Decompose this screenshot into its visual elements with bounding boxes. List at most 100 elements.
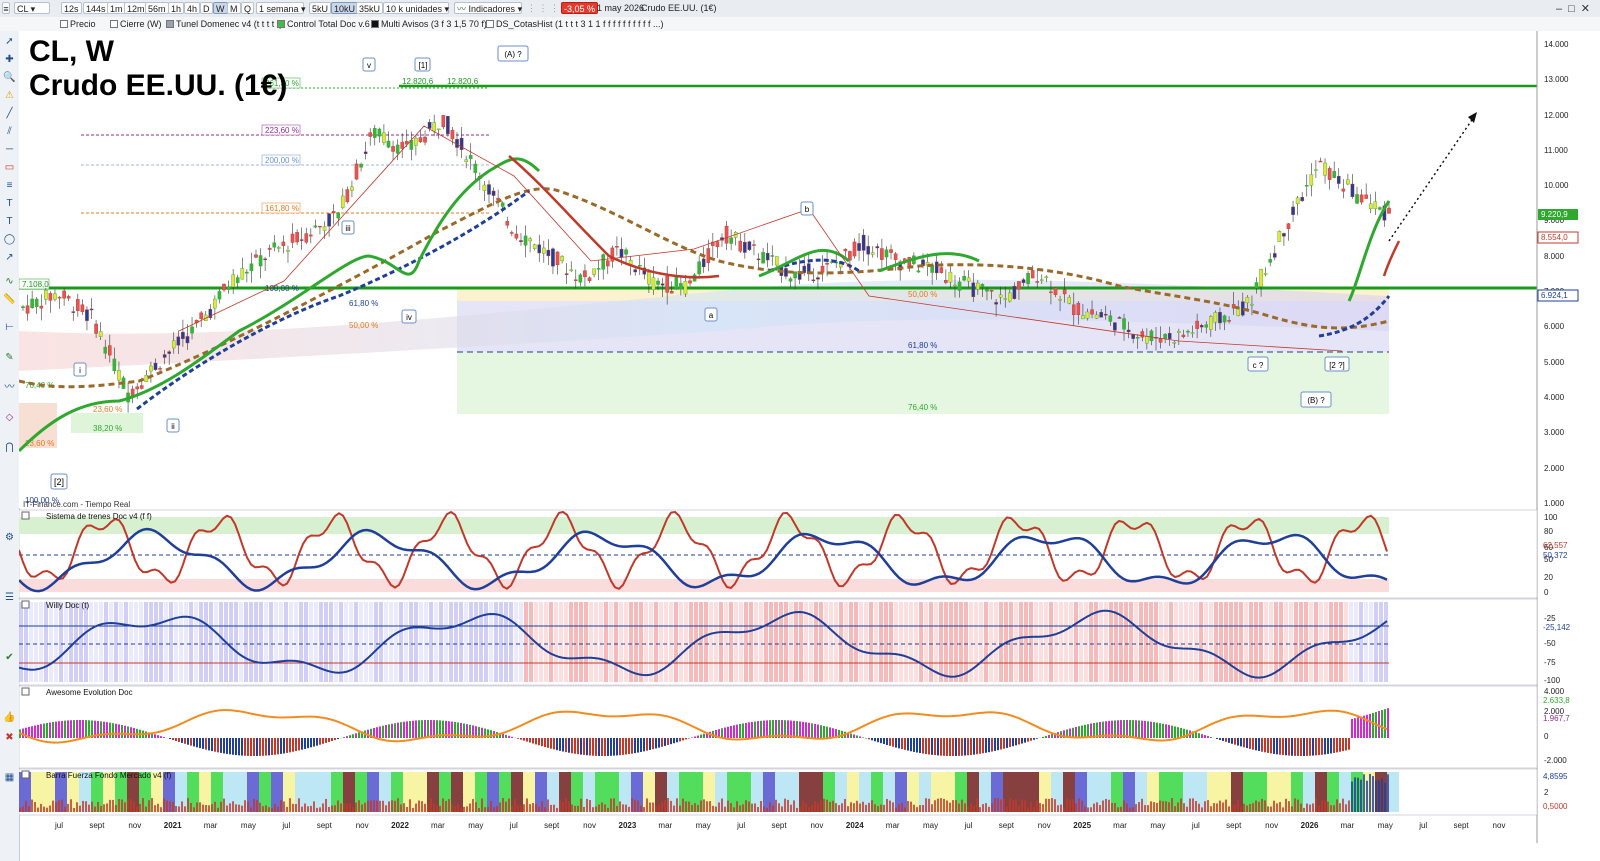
- warning-icon[interactable]: ⚠: [3, 89, 16, 102]
- interval-144s[interactable]: 144s: [83, 2, 109, 14]
- interval-12m[interactable]: 12m: [124, 2, 148, 14]
- thumbs-up-icon[interactable]: 👍: [3, 711, 16, 724]
- ao-bar: [52, 722, 54, 738]
- force-bar: [1207, 800, 1209, 812]
- ruler-icon[interactable]: 📏: [3, 293, 16, 306]
- ao-bar: [250, 738, 252, 756]
- symbol-select[interactable]: CL ▾: [14, 2, 50, 14]
- willy-band: [189, 602, 193, 682]
- grid-icon[interactable]: ▦: [3, 771, 16, 784]
- force-bar: [1042, 804, 1044, 812]
- interval-4h[interactable]: 4h: [184, 2, 201, 14]
- willy-band: [604, 602, 608, 682]
- panel-close-icon[interactable]: [21, 687, 30, 696]
- period-select[interactable]: 1 semana ▾: [256, 2, 306, 14]
- pattern-icon[interactable]: ◇: [3, 411, 16, 424]
- check-icon[interactable]: ✔: [3, 651, 16, 664]
- interval-m[interactable]: M: [227, 2, 241, 14]
- arrow-icon[interactable]: ↗: [3, 251, 16, 264]
- delete-icon[interactable]: ✖: [3, 731, 16, 744]
- pencil-icon[interactable]: ✎: [3, 351, 16, 364]
- willy-band: [539, 602, 543, 682]
- force-bar: [829, 801, 831, 812]
- interval-1h[interactable]: 1h: [168, 2, 185, 14]
- indicators-button[interactable]: 〰 Indicadores ▾: [454, 2, 522, 14]
- fibonacci-icon[interactable]: ≡: [3, 179, 16, 192]
- interval-d[interactable]: D: [200, 2, 213, 14]
- candle-body: [957, 281, 962, 291]
- channel-icon[interactable]: ⫽: [3, 125, 16, 138]
- ao-bar: [1255, 738, 1257, 751]
- candle-body: [578, 274, 583, 283]
- unit-select[interactable]: 10 k unidades ▾: [383, 2, 449, 14]
- willy-band: [114, 602, 118, 682]
- text-box-icon[interactable]: T: [3, 215, 16, 228]
- willy-band: [1179, 602, 1183, 682]
- list-icon[interactable]: ☰: [3, 591, 16, 604]
- willy-band: [1029, 602, 1033, 682]
- interval-q[interactable]: Q: [241, 2, 255, 14]
- indicators-icon: 〰: [457, 4, 467, 14]
- close-icon[interactable]: ✕: [1581, 3, 1596, 15]
- study-close[interactable]: Cierre (W): [110, 18, 162, 30]
- willy-band: [924, 602, 928, 682]
- maximize-icon[interactable]: □: [1568, 3, 1581, 15]
- chart-area[interactable]: 7.108,0 12.820,6 12.820,6 261,80 % 223,6…: [19, 31, 1600, 861]
- ao-bar: [703, 733, 705, 738]
- horizontal-line-icon[interactable]: ─: [3, 143, 16, 156]
- study-control-total[interactable]: Control Total Doc v.6: [277, 18, 370, 30]
- force-bar: [454, 806, 456, 812]
- force-bar: [700, 800, 702, 812]
- study-price[interactable]: Precio: [60, 18, 96, 30]
- force-bar: [109, 799, 111, 812]
- unit-10ku[interactable]: 10kU: [331, 2, 359, 14]
- time-tick: 2021: [164, 821, 182, 830]
- candle-body: [30, 298, 34, 309]
- interval-w[interactable]: W: [213, 2, 228, 14]
- candle-body: [697, 261, 701, 275]
- candle-body: [1163, 334, 1167, 339]
- study-multi-avisos[interactable]: Multi Avisos (3 f 3 1,5 70 f): [371, 18, 487, 30]
- brush-icon[interactable]: 〰: [3, 381, 16, 394]
- study-label: Control Total Doc v.6: [287, 19, 370, 29]
- unit-select-label: 10 k unidades: [386, 4, 443, 14]
- ellipse-icon[interactable]: ◯: [3, 233, 16, 246]
- crosshair-icon[interactable]: ✚: [3, 53, 16, 66]
- force-bar: [169, 801, 171, 812]
- ao-bar: [109, 722, 111, 738]
- panel-close-icon[interactable]: [21, 600, 30, 609]
- rectangle-icon[interactable]: ▭: [3, 161, 16, 174]
- time-tick: may: [241, 821, 256, 830]
- unit-5ku[interactable]: 5kU: [309, 2, 332, 14]
- pointer-icon[interactable]: ➚: [3, 35, 16, 48]
- zoom-icon[interactable]: 🔍: [3, 71, 16, 84]
- force-bar: [106, 803, 108, 812]
- settings-icon[interactable]: ⚙: [3, 531, 16, 544]
- study-cotashist[interactable]: DS_CotasHist (1 t t t 3 1 1 f f f f f f …: [486, 18, 664, 30]
- candle-body: [1049, 291, 1053, 294]
- willy-band: [759, 602, 763, 682]
- trendline-icon[interactable]: ╱: [3, 107, 16, 120]
- price-tick: 1.000: [1544, 499, 1565, 508]
- ao-bar: [988, 738, 990, 753]
- study-tunel[interactable]: Tunel Domenec v4 (t t t t t): [166, 18, 282, 30]
- force-bar: [1354, 777, 1356, 812]
- magnet-icon[interactable]: ⋂: [3, 441, 16, 454]
- fib-label-236-left: 23,60 %: [93, 405, 122, 414]
- text-icon[interactable]: T: [3, 197, 16, 210]
- willy-band: [394, 602, 398, 682]
- interval-12s[interactable]: 12s: [61, 2, 82, 14]
- cycle-icon[interactable]: ∿: [3, 275, 16, 288]
- app-menu-icon[interactable]: ≡: [2, 2, 10, 14]
- ao-bar: [1036, 738, 1038, 739]
- minimize-icon[interactable]: –: [1556, 3, 1568, 15]
- unit-35ku[interactable]: 35kU: [356, 2, 384, 14]
- willy-band: [564, 602, 568, 682]
- panel-close-icon[interactable]: [21, 770, 30, 779]
- measure-icon[interactable]: ⊢: [3, 321, 16, 334]
- force-bar: [685, 801, 687, 812]
- interval-1m[interactable]: 1m: [107, 2, 126, 14]
- panel-close-icon[interactable]: [21, 511, 30, 520]
- ao-bar: [1186, 729, 1188, 738]
- interval-56m[interactable]: 56m: [145, 2, 169, 14]
